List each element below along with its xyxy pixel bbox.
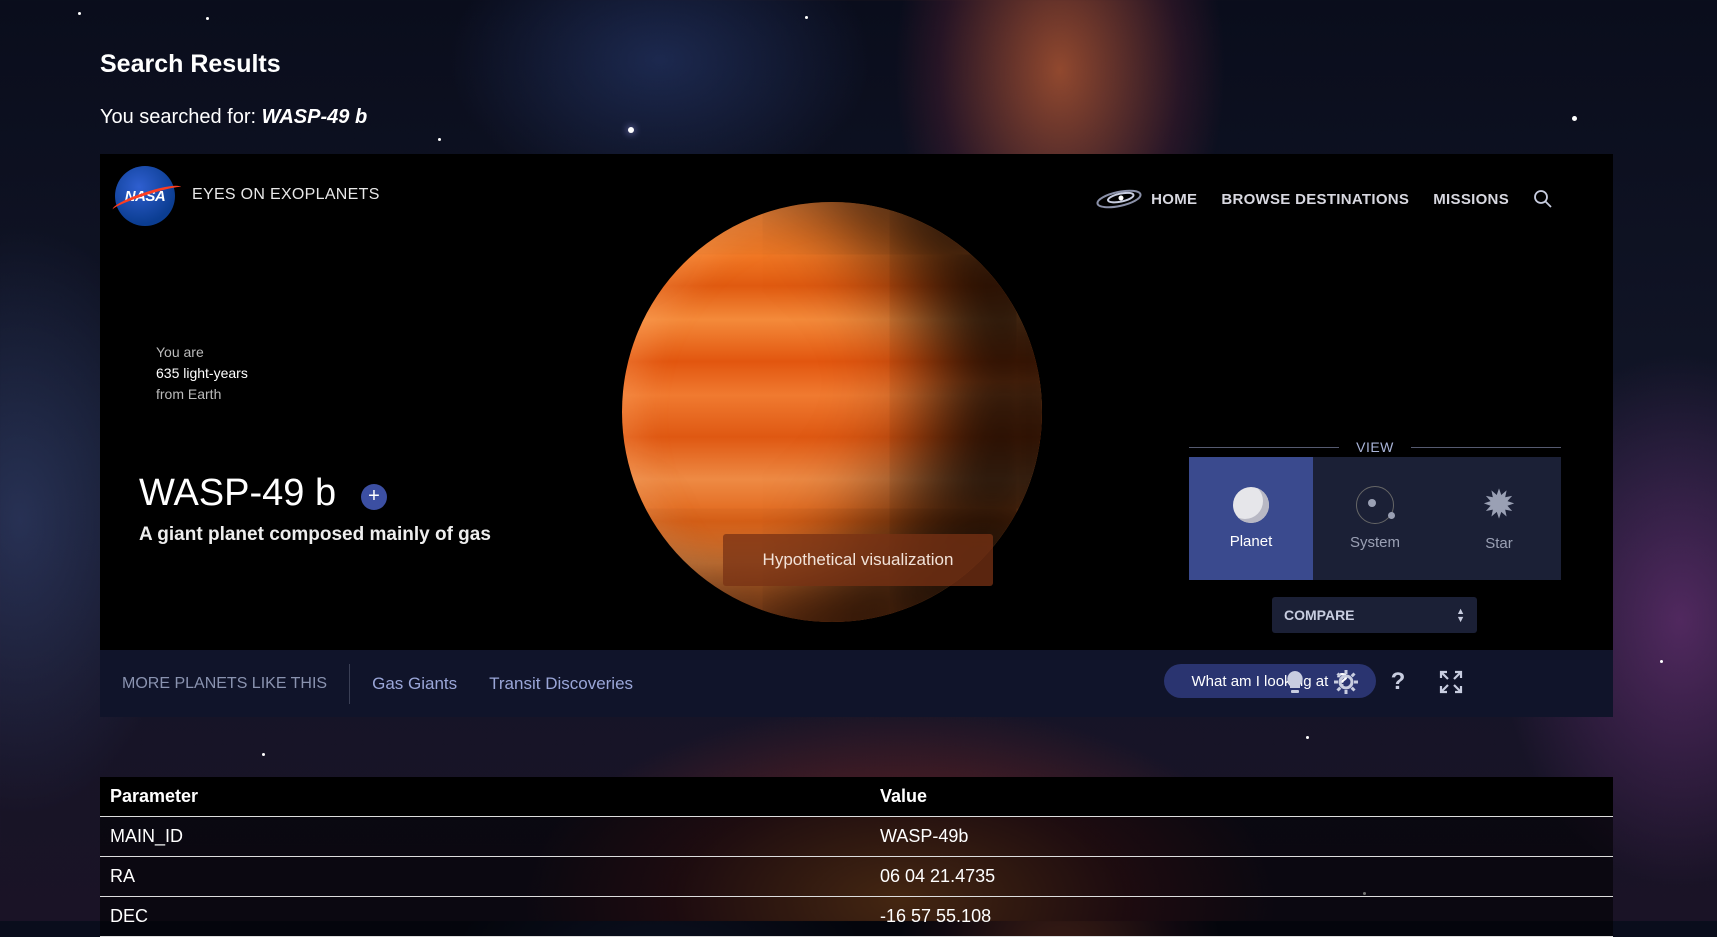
view-option-star[interactable]: ✹ Star [1437,457,1561,580]
compare-dropdown[interactable]: COMPARE ▲ ▼ [1272,597,1477,633]
search-summary: You searched for: WASP-49 b [100,106,367,129]
view-option-label: Star [1485,535,1513,552]
galaxy-icon [1096,189,1142,209]
nav-home-label: HOME [1151,190,1198,208]
table-row: RA 06 04 21.4735 [100,856,1613,897]
nasa-logo[interactable]: NASA [110,166,184,226]
star-icon: ✹ [1482,483,1516,527]
lightbulb-icon[interactable] [1281,668,1309,696]
compare-label: COMPARE [1284,607,1355,623]
view-option-label: System [1349,534,1400,551]
distance-value: 635 light-years [156,365,248,381]
nav-browse-destinations[interactable]: BROWSE DESTINATIONS [1221,191,1409,208]
top-nav: HOME BROWSE DESTINATIONS MISSIONS [1095,188,1553,210]
table-cell: -16 57 55.108 [870,896,1613,937]
nav-home[interactable]: HOME [1095,188,1197,210]
search-term: WASP-49 b [261,106,368,128]
view-option-label: Planet [1229,533,1273,550]
table-header-row: Parameter Value [100,777,1613,817]
help-icon[interactable]: ? [1384,668,1412,696]
table-cell: WASP-49b [870,816,1613,857]
background-star [1572,116,1577,121]
background-star [628,127,634,133]
nav-missions[interactable]: MISSIONS [1433,191,1509,208]
page-title: Search Results [100,50,281,78]
table-cell: MAIN_ID [100,816,870,857]
column-header: Parameter [100,777,870,817]
distance-line-1: You are [156,344,204,360]
system-icon [1356,486,1395,524]
planet-description: A giant planet composed mainly of gas [139,524,491,545]
app-name[interactable]: EYES ON EXOPLANETS [192,186,380,204]
eyes-on-exoplanets-embed[interactable]: NASA EYES ON EXOPLANETS HOME BROWSE DEST… [100,154,1613,717]
tag-gas-giants[interactable]: Gas Giants [372,674,457,694]
search-prefix: You searched for: [100,106,262,128]
column-header: Value [870,777,1613,817]
view-option-planet[interactable]: Planet [1189,457,1313,580]
table-cell: RA [100,856,870,897]
hypothetical-visualization-label: Hypothetical visualization [723,534,993,586]
background-star [438,138,441,141]
planet-name: WASP-49 b [139,472,337,514]
table-cell: 06 04 21.4735 [870,856,1613,897]
more-planets-label: MORE PLANETS LIKE THIS [100,663,351,704]
bottom-bar: MORE PLANETS LIKE THIS Gas Giants Transi… [100,650,1613,717]
background-star [805,16,808,19]
planet-icon [1233,487,1269,523]
background-star [206,17,209,20]
background-star [1306,736,1309,739]
gear-icon[interactable] [1332,668,1360,696]
background-star [262,753,265,756]
tag-transit-discoveries[interactable]: Transit Discoveries [489,674,633,694]
nasa-swoosh-icon [110,181,184,216]
add-planet-button[interactable]: + [361,484,387,510]
view-selector: Planet System ✹ Star [1189,457,1561,580]
background-star [78,12,81,15]
view-option-system[interactable]: System [1313,457,1437,580]
fullscreen-icon[interactable] [1437,668,1465,696]
dropdown-arrows-icon: ▲ ▼ [1456,606,1465,624]
table-row: MAIN_ID WASP-49b [100,816,1613,857]
background-star [1660,660,1663,663]
view-label: VIEW [1189,439,1561,455]
distance-readout: You are 635 light-years from Earth [156,342,248,405]
parameter-table: Parameter Value MAIN_ID WASP-49b RA 06 0… [100,777,1613,937]
distance-line-3: from Earth [156,386,222,402]
table-cell: DEC [100,896,870,937]
table-row: DEC -16 57 55.108 [100,896,1613,937]
search-icon[interactable] [1533,189,1553,209]
